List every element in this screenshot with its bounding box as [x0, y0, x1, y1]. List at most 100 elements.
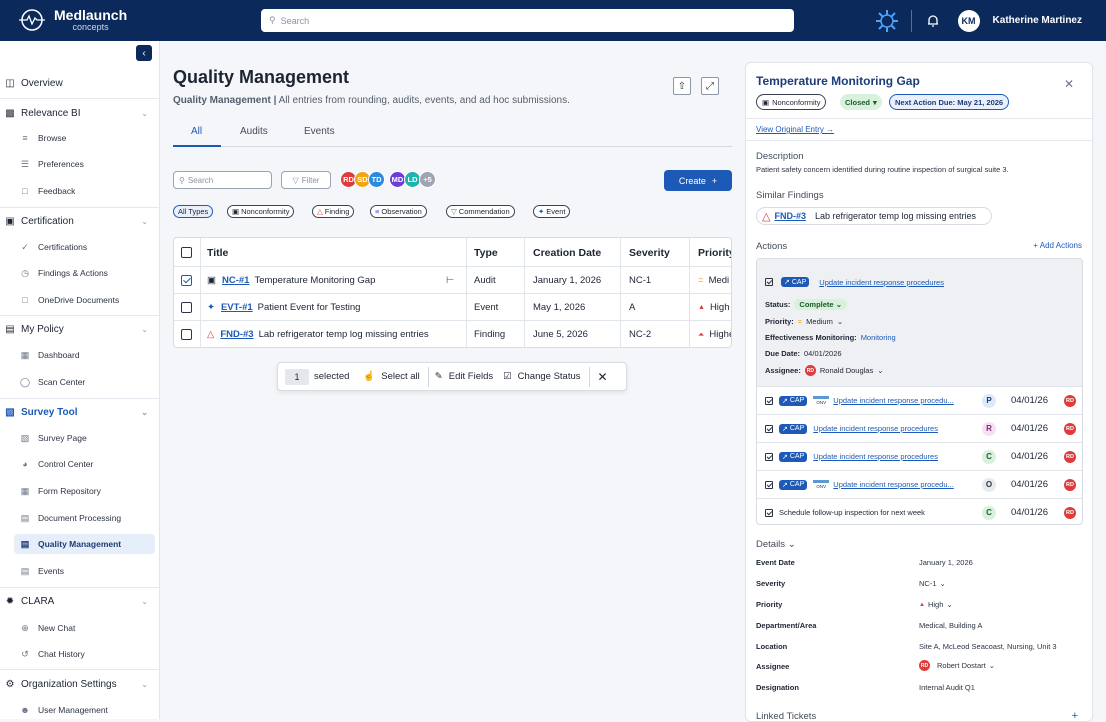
avatar-more[interactable]: +5	[419, 171, 436, 188]
sidebar-item-feedback[interactable]: □ Feedback	[14, 181, 155, 201]
sidebar-item-browse[interactable]: ≡ Browse	[14, 128, 155, 148]
filter-button[interactable]: ▽ Filter	[281, 171, 331, 189]
sidebar-item-events[interactable]: ▤ Events	[14, 561, 155, 581]
sidebar-item-dashboard[interactable]: ▦ Dashboard	[14, 345, 155, 365]
table-search-input[interactable]: ⚲ Search	[173, 171, 272, 189]
priority-dropdown[interactable]: ▲ High ⌄	[919, 600, 953, 609]
entry-id-link[interactable]: EVT-#1	[221, 302, 253, 313]
list-item[interactable]: ↗ CAP Update incident response procedures…	[757, 442, 1082, 470]
list-item[interactable]: ↗ CAP Update incident response procedures…	[757, 414, 1082, 442]
bell-icon[interactable]	[926, 14, 940, 28]
chip-event[interactable]: ✦ Event	[533, 205, 571, 218]
details-heading[interactable]: Details ⌄	[756, 539, 796, 550]
row-checkbox-checked[interactable]	[181, 275, 192, 286]
sidebar-item-scan-center[interactable]: ◯ Scan Center	[14, 372, 155, 392]
sidebar-item-findings[interactable]: ◷ Findings & Actions	[14, 263, 155, 283]
sidebar-item-certifications[interactable]: ✓ Certifications	[14, 237, 155, 257]
similar-id-link[interactable]: FND-#3	[774, 211, 806, 221]
action-title-link[interactable]: Update incident response procedures	[813, 424, 938, 433]
select-all-button[interactable]: Select all	[381, 371, 420, 382]
action-title-link[interactable]: Update incident response procedures	[819, 278, 944, 287]
chip-nonconformity[interactable]: ▣ Nonconformity	[227, 205, 295, 218]
list-item[interactable]: ↗ CAP ONV Update incident response proced…	[757, 386, 1082, 414]
sidebar-item-onedrive[interactable]: □ OneDrive Documents	[14, 290, 155, 310]
sidebar-section-certification[interactable]: ▣ Certification ⌄	[0, 210, 160, 232]
assignee-value[interactable]: Ronald Douglas	[820, 366, 873, 375]
tab-audits[interactable]: Audits	[240, 126, 268, 137]
sidebar-item-preferences[interactable]: ☰ Preferences	[14, 154, 155, 174]
sidebar-item-quality-management[interactable]: ▤ Quality Management	[14, 534, 155, 554]
status-dropdown[interactable]: Complete ⌄	[794, 299, 847, 310]
sidebar-section-policy[interactable]: ▤ My Policy ⌄	[0, 318, 160, 340]
chip-finding[interactable]: △ Finding	[312, 205, 355, 218]
add-actions-button[interactable]: + Add Actions	[1033, 241, 1082, 250]
sidebar-item-chat-history[interactable]: ↺ Chat History	[14, 644, 155, 664]
assignee-dropdown[interactable]: RD Robert Dostart ⌄	[919, 660, 995, 671]
entry-id-link[interactable]: FND-#3	[220, 329, 253, 340]
tab-all[interactable]: All	[191, 126, 202, 137]
column-header-title[interactable]: Title	[207, 238, 228, 267]
sidebar-item-overview[interactable]: ◫ Overview	[0, 72, 160, 94]
checkbox[interactable]	[181, 247, 192, 258]
edit-fields-button[interactable]: Edit Fields	[449, 371, 493, 382]
list-item[interactable]: Schedule follow-up inspection for next w…	[757, 498, 1082, 524]
sidebar-section-relevance[interactable]: ▩ Relevance BI ⌄	[0, 102, 160, 124]
entry-id-link[interactable]: NC-#1	[222, 275, 249, 286]
sidebar-item-user-management[interactable]: ☻ User Management	[14, 700, 155, 720]
sidebar-section-clara[interactable]: ✹ CLARA ⌄	[0, 590, 160, 612]
sidebar-item-survey-page[interactable]: ▧ Survey Page	[14, 428, 155, 448]
sidebar-item-control-center[interactable]: ◕ Control Center	[14, 454, 155, 474]
row-checkbox[interactable]	[181, 302, 192, 313]
action-checkbox[interactable]	[765, 480, 773, 489]
action-checkbox[interactable]	[765, 508, 773, 517]
close-icon[interactable]: ✕	[598, 370, 608, 384]
change-status-button[interactable]: Change Status	[518, 371, 581, 382]
avatar[interactable]: TD	[368, 171, 385, 188]
column-header-date[interactable]: Creation Date	[533, 238, 601, 267]
sidebar-item-new-chat[interactable]: ⊕ New Chat	[14, 618, 155, 638]
status-badge[interactable]: Closed ▾	[840, 94, 882, 110]
severity-dropdown[interactable]: NC-1 ⌄	[919, 579, 946, 588]
column-header-severity[interactable]: Severity	[629, 238, 670, 267]
chip-observation[interactable]: ≡ Observation	[370, 205, 427, 218]
plus-icon[interactable]: +	[1072, 710, 1078, 721]
row-checkbox[interactable]	[181, 329, 192, 340]
sidebar-item-form-repository[interactable]: ▦ Form Repository	[14, 481, 155, 501]
close-icon[interactable]: ✕	[1064, 77, 1074, 91]
table-row[interactable]: ▣ NC-#1 Temperature Monitoring Gap ⊢ Audit…	[174, 266, 731, 294]
collapse-sidebar-button[interactable]: ‹	[136, 45, 152, 61]
create-button[interactable]: Create +	[664, 170, 732, 191]
view-original-link[interactable]: View Original Entry →	[756, 125, 834, 134]
action-checkbox[interactable]	[765, 278, 773, 286]
action-checkbox[interactable]	[765, 396, 773, 405]
global-search-input[interactable]: ⚲ Search	[261, 9, 794, 32]
column-header-priority[interactable]: Priority	[698, 238, 731, 267]
table-row[interactable]: ✦ EVT-#1 Patient Event for Testing Event M…	[174, 293, 731, 320]
action-title-link[interactable]: Update incident response procedures	[813, 452, 938, 461]
tab-events[interactable]: Events	[304, 126, 335, 137]
similar-finding[interactable]: △ FND-#3 Lab refrigerator temp log missi…	[756, 207, 992, 225]
priority-value[interactable]: Medium	[806, 317, 833, 326]
avatar[interactable]: KM	[957, 9, 980, 32]
export-button[interactable]: ⇧	[673, 77, 691, 95]
user-name[interactable]: Katherine Martinez	[993, 15, 1082, 26]
select-all-checkbox[interactable]	[181, 238, 192, 267]
table-row[interactable]: △ FND-#3 Lab refrigerator temp log missing…	[174, 320, 731, 347]
monitoring-value[interactable]: Monitoring	[861, 333, 896, 342]
chip-all-types[interactable]: All Types	[173, 205, 214, 218]
sidebar-section-org-settings[interactable]: ⚙ Organization Settings ⌄	[0, 673, 160, 695]
action-checkbox[interactable]	[765, 424, 773, 433]
action-checkbox[interactable]	[765, 452, 773, 461]
action-title-link[interactable]: Update incident response procedu...	[833, 396, 954, 405]
sidebar-section-survey[interactable]: ▧ Survey Tool ⌄	[0, 401, 160, 423]
action-title[interactable]: Schedule follow-up inspection for next w…	[779, 508, 925, 517]
sidebar-item-document-processing[interactable]: ▤ Document Processing	[14, 508, 155, 528]
expand-button[interactable]: ⤢	[701, 77, 719, 95]
logo[interactable]: Medlaunch concepts	[18, 8, 127, 32]
gear-icon[interactable]	[875, 9, 899, 33]
list-item[interactable]: ↗ CAP ONV Update incident response proced…	[757, 470, 1082, 498]
action-title-link[interactable]: Update incident response procedu...	[833, 480, 954, 489]
hierarchy-icon[interactable]: ⊢	[446, 267, 454, 294]
chip-commendation[interactable]: ▽ Commendation	[446, 205, 515, 218]
column-header-type[interactable]: Type	[474, 238, 498, 267]
